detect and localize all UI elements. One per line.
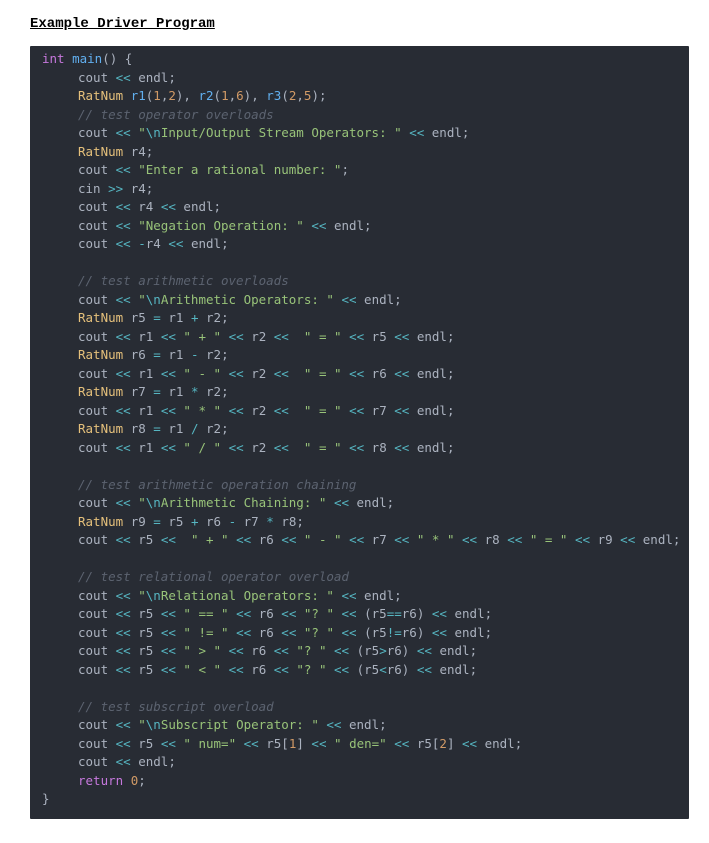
code-line: cout << "Negation Operation: " << endl; (30, 217, 689, 236)
code-line: cout << r1 << " + " << r2 << " = " << r5… (30, 328, 689, 347)
code-line: cout << r5 << " != " << r6 << "? " << (r… (30, 624, 689, 643)
code-line: // test operator overloads (30, 106, 689, 125)
code-line: } (30, 790, 689, 809)
code-editor: int main() {cout << endl;RatNum r1(1,2),… (30, 46, 689, 819)
code-line (30, 550, 689, 569)
code-line: cout << r4 << endl; (30, 198, 689, 217)
code-line: cout << r1 << " - " << r2 << " = " << r6… (30, 365, 689, 384)
code-line: RatNum r6 = r1 - r2; (30, 346, 689, 365)
code-line: RatNum r9 = r5 + r6 - r7 * r8; (30, 513, 689, 532)
code-line: RatNum r4; (30, 143, 689, 162)
page: Example Driver Program int main() {cout … (0, 0, 709, 843)
code-line: // test arithmetic overloads (30, 272, 689, 291)
code-line: cout << "\nArithmetic Chaining: " << end… (30, 494, 689, 513)
code-line: cout << r5 << " > " << r6 << "? " << (r5… (30, 642, 689, 661)
code-line: cin >> r4; (30, 180, 689, 199)
code-line: cout << "\nInput/Output Stream Operators… (30, 124, 689, 143)
code-line (30, 254, 689, 273)
code-line: cout << "\nRelational Operators: " << en… (30, 587, 689, 606)
code-line: // test relational operator overload (30, 568, 689, 587)
code-line: RatNum r5 = r1 + r2; (30, 309, 689, 328)
code-line: RatNum r8 = r1 / r2; (30, 420, 689, 439)
code-line: cout << endl; (30, 69, 689, 88)
code-line: cout << endl; (30, 753, 689, 772)
code-line: cout << "\nArithmetic Operators: " << en… (30, 291, 689, 310)
code-line: cout << -r4 << endl; (30, 235, 689, 254)
code-line (30, 457, 689, 476)
code-line: cout << "\nSubscript Operator: " << endl… (30, 716, 689, 735)
code-line: cout << r1 << " * " << r2 << " = " << r7… (30, 402, 689, 421)
code-line: cout << r5 << " == " << r6 << "? " << (r… (30, 605, 689, 624)
code-line: cout << r5 << " num=" << r5[1] << " den=… (30, 735, 689, 754)
code-line: // test arithmetic operation chaining (30, 476, 689, 495)
code-line: RatNum r7 = r1 * r2; (30, 383, 689, 402)
code-line: cout << r5 << " < " << r6 << "? " << (r5… (30, 661, 689, 680)
code-line: // test subscript overload (30, 698, 689, 717)
code-line: return 0; (30, 772, 689, 791)
code-line: int main() { (30, 50, 689, 69)
code-line: cout << r5 << " + " << r6 << " - " << r7… (30, 531, 689, 550)
code-line: cout << "Enter a rational number: "; (30, 161, 689, 180)
code-line: cout << r1 << " / " << r2 << " = " << r8… (30, 439, 689, 458)
section-heading: Example Driver Program (30, 16, 689, 32)
code-line: RatNum r1(1,2), r2(1,6), r3(2,5); (30, 87, 689, 106)
code-line (30, 679, 689, 698)
